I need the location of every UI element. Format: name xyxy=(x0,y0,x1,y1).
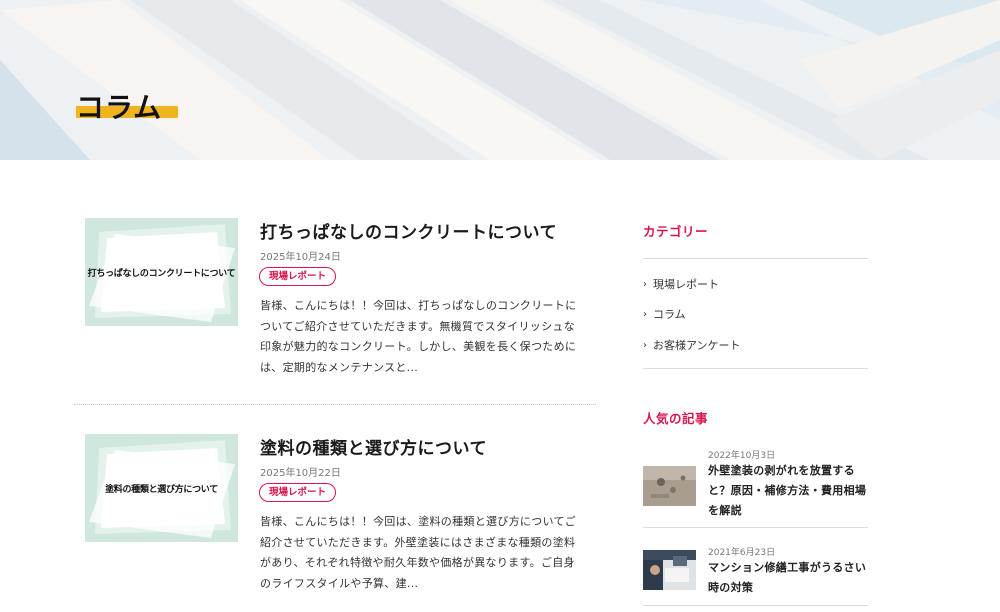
category-heading: カテゴリー xyxy=(643,224,709,239)
sidebar-spacer xyxy=(643,434,868,435)
chevron-right-icon: › xyxy=(643,278,647,290)
popular-date: 2022年10月3日 xyxy=(708,451,776,461)
popular-date: 2021年6月23日 xyxy=(708,548,776,558)
hero-building-image xyxy=(0,0,1000,160)
popular-title-line[interactable]: マンション修繕工事がうるさい xyxy=(708,558,873,578)
article-excerpt: 皆様、こんにちは！！今回は、打ちっぱなしのコンクリートに ついてご紹介させていた… xyxy=(260,296,586,378)
category-link[interactable]: › コラム xyxy=(643,306,686,322)
excerpt-line: 皆様、こんにちは！！今回は、塗料の種類と選び方についてご xyxy=(260,515,577,528)
article-title[interactable]: 塗料の種類と選び方について xyxy=(260,434,487,459)
excerpt-line: 皆様、こんにちは！！今回は、打ちっぱなしのコンクリートに xyxy=(260,299,577,312)
excerpt-line: ついてご紹介させていただきます。無機質でスタイリッシュな xyxy=(260,319,575,333)
popular-thumbnail[interactable] xyxy=(643,550,696,590)
page-hero: コラム xyxy=(0,0,1000,160)
category-link[interactable]: › お客様アンケート xyxy=(643,337,741,353)
popular-title-line[interactable]: を解説 xyxy=(708,501,873,521)
popular-heading: 人気の記事 xyxy=(643,411,709,426)
category-label[interactable]: 現場レポート xyxy=(653,276,719,292)
thumbnail-caption: 塗料の種類と選び方について xyxy=(105,484,218,495)
article-category-tag[interactable]: 現場レポート xyxy=(259,483,337,502)
article-category-tag[interactable]: 現場レポート xyxy=(259,267,337,286)
excerpt-line: があり、それぞれ特徴や耐久年数や価格が異なります。ご自身 xyxy=(260,556,575,569)
sidebar-divider xyxy=(643,258,868,259)
category-label[interactable]: お客様アンケート xyxy=(653,337,741,353)
article-excerpt: 皆様、こんにちは！！今回は、塗料の種類と選び方についてご 紹介させていただきます… xyxy=(260,512,586,594)
popular-title-line[interactable]: 時の対策 xyxy=(708,578,873,598)
chevron-right-icon: › xyxy=(643,308,647,320)
article-thumbnail[interactable]: 塗料の種類と選び方について xyxy=(85,434,238,542)
excerpt-line: 印象が魅力的なコンクリート。しかし、美観を長く保つために xyxy=(260,340,577,353)
popular-thumbnail[interactable] xyxy=(643,466,696,506)
popular-title[interactable]: 外壁塗装の剥がれを放置する と？原因・補修方法・費用相場 を解説 xyxy=(708,461,873,521)
article-divider xyxy=(74,404,596,405)
excerpt-line: のライフスタイルや予算、建... xyxy=(260,576,419,590)
article-date: 2025年10月22日 xyxy=(260,468,341,479)
excerpt-line: は、定期的なメンテナンスと... xyxy=(260,360,419,374)
sidebar-divider xyxy=(643,527,868,528)
popular-title-line[interactable]: 外壁塗装の剥がれを放置する xyxy=(708,461,873,481)
article-card[interactable]: 打ちっぱなしのコンクリートについて 打ちっぱなしのコンクリートについて 2025… xyxy=(74,218,596,388)
sidebar-divider xyxy=(643,605,868,606)
excerpt-line: 紹介させていただきます。外壁塗装にはさまざまな種類の塗料 xyxy=(260,535,576,549)
category-label[interactable]: コラム xyxy=(653,306,686,322)
article-date: 2025年10月24日 xyxy=(260,252,341,263)
page-title: コラム xyxy=(76,91,163,124)
article-thumbnail[interactable]: 打ちっぱなしのコンクリートについて xyxy=(85,218,238,326)
category-link[interactable]: › 現場レポート xyxy=(643,276,719,292)
chevron-right-icon: › xyxy=(643,339,647,351)
popular-title-line[interactable]: と？原因・補修方法・費用相場 xyxy=(708,481,873,501)
article-card[interactable]: 塗料の種類と選び方について 塗料の種類と選び方について 2025年10月22日 … xyxy=(74,434,596,604)
sidebar-divider xyxy=(643,368,868,369)
popular-title[interactable]: マンション修繕工事がうるさい 時の対策 xyxy=(708,558,873,598)
hero-title-wrap: コラム xyxy=(76,86,178,126)
article-title[interactable]: 打ちっぱなしのコンクリートについて xyxy=(260,218,557,243)
thumbnail-caption: 打ちっぱなしのコンクリートについて xyxy=(87,268,236,279)
